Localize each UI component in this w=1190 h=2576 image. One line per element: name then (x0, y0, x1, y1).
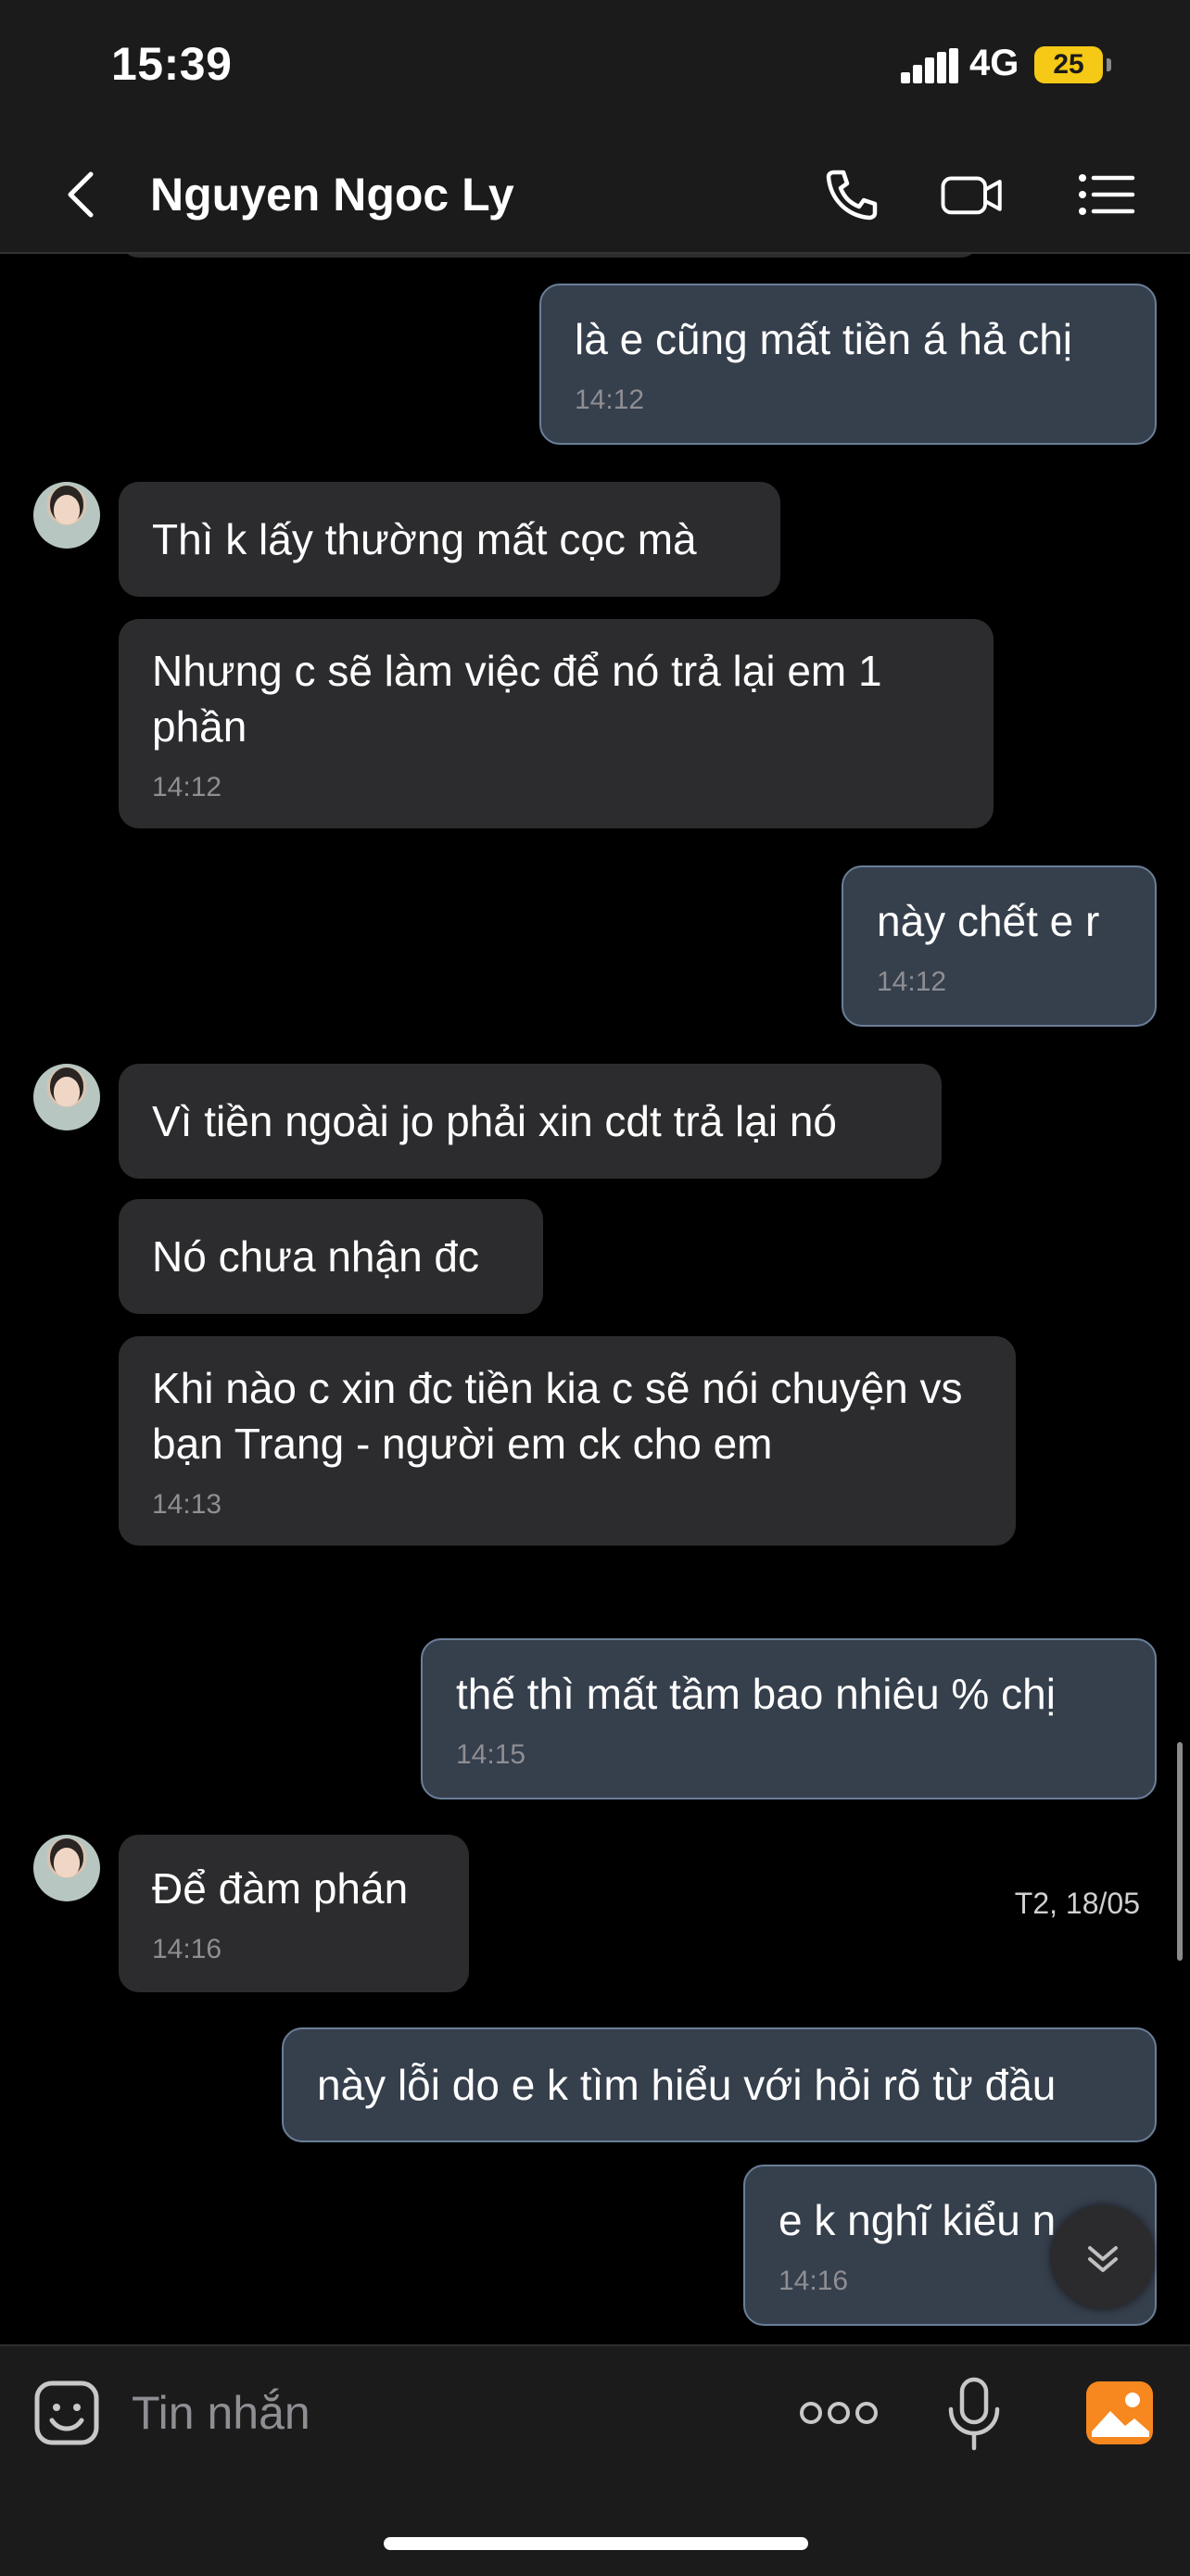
status-time: 15:39 (111, 38, 233, 90)
home-indicator[interactable] (384, 2537, 808, 2550)
message-bubble[interactable]: Khi nào c xin đc tiền kia c sẽ nói chuyệ… (119, 1336, 1016, 1546)
battery-tip (1107, 58, 1111, 71)
more-icon[interactable] (799, 2394, 879, 2431)
message-time: 14:12 (152, 772, 222, 802)
message-bubble[interactable]: Nó chưa nhận đc (119, 1199, 543, 1314)
contact-name[interactable]: Nguyen Ngoc Ly (150, 165, 514, 224)
message-time: 14:12 (877, 966, 947, 997)
message-text: Nhưng c sẽ làm việc để nó trả lại em 1 p… (152, 647, 894, 751)
message-bubble[interactable]: Để đàm phán 14:16 (119, 1835, 469, 1992)
back-icon[interactable] (56, 167, 111, 222)
message-bubble[interactable]: là e cũng mất tiền á hả chị 14:12 (539, 284, 1157, 445)
scroll-down-icon[interactable] (1051, 2205, 1155, 2309)
battery-icon: 25 (1034, 46, 1103, 83)
message-text: này lỗi do e k tìm hiểu với hỏi rõ từ đầ… (317, 2061, 1057, 2109)
status-bar: 15:39 4G 25 (0, 0, 1190, 139)
message-list[interactable]: là e cũng mất tiền á hả chị 14:12 Thì k … (0, 254, 1190, 2344)
avatar[interactable] (33, 482, 100, 549)
menu-icon[interactable] (1075, 165, 1140, 224)
battery-level: 25 (1053, 49, 1084, 80)
message-time: 14:16 (152, 1934, 222, 1964)
gallery-icon[interactable] (1084, 2380, 1155, 2446)
message-bubble[interactable]: Vì tiền ngoài jo phải xin cdt trả lại nó (119, 1064, 942, 1179)
message-bubble[interactable]: Thì k lấy thường mất cọc mà (119, 482, 780, 597)
message-text: là e cũng mất tiền á hả chị (575, 315, 1072, 363)
message-text: Để đàm phán (152, 1864, 409, 1913)
message-text: này chết e r (877, 897, 1100, 945)
avatar[interactable] (33, 1835, 100, 1901)
avatar[interactable] (33, 1064, 100, 1130)
message-bubble[interactable]: Nhưng c sẽ làm việc để nó trả lại em 1 p… (119, 619, 994, 828)
phone-icon[interactable] (819, 165, 884, 224)
message-text: Thì k lấy thường mất cọc mà (152, 515, 697, 563)
message-text: thế thì mất tầm bao nhiêu % chị (456, 1670, 1056, 1718)
message-text: Vì tiền ngoài jo phải xin cdt trả lại nó (152, 1097, 838, 1145)
message-bubble[interactable]: này chết e r 14:12 (842, 865, 1157, 1027)
network-type: 4G (969, 43, 1019, 83)
message-bubble[interactable]: này lỗi do e k tìm hiểu với hỏi rõ từ đầ… (282, 2027, 1157, 2142)
scrollbar[interactable] (1177, 1742, 1183, 1961)
message-bubble-partial (119, 254, 981, 258)
sticker-icon[interactable] (33, 2380, 100, 2446)
signal-icon (901, 48, 958, 83)
chat-header: Nguyen Ngoc Ly (0, 139, 1190, 254)
message-text: Nó chưa nhận đc (152, 1232, 480, 1281)
date-separator: T2, 18/05 (1014, 1887, 1140, 1920)
video-icon[interactable] (940, 165, 1005, 224)
message-text: Khi nào c xin đc tiền kia c sẽ nói chuyệ… (152, 1364, 975, 1468)
message-time: 14:15 (456, 1739, 526, 1770)
message-time: 14:13 (152, 1489, 222, 1520)
message-bubble[interactable]: thế thì mất tầm bao nhiêu % chị 14:15 (421, 1638, 1157, 1799)
message-input[interactable]: Tin nhắn (132, 2385, 310, 2441)
message-time: 14:12 (575, 385, 645, 415)
mic-icon[interactable] (945, 2376, 1003, 2454)
